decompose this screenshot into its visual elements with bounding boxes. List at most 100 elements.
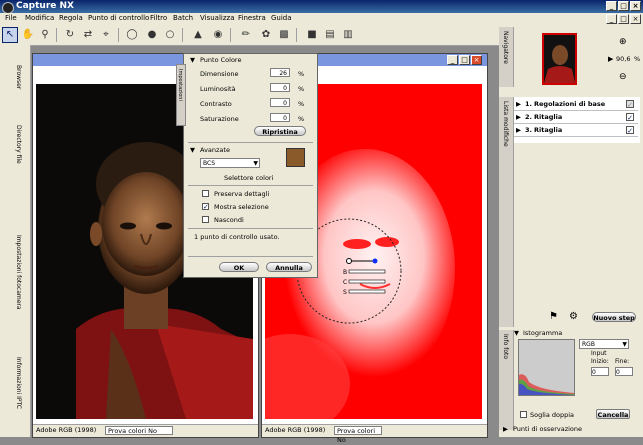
menu-regola[interactable]: Regola <box>59 14 83 22</box>
fill-tool-icon[interactable]: ■ <box>304 27 320 43</box>
show-selection-label: Mostra selezione <box>214 203 269 211</box>
ok-button[interactable]: OK <box>219 262 259 272</box>
color-control-point-icon[interactable]: ▲ <box>190 27 206 43</box>
start-input[interactable]: 0 <box>591 367 609 376</box>
minimize-button[interactable]: _ <box>606 1 617 11</box>
view-compare-icon[interactable]: ▥ <box>340 27 356 43</box>
menu-filtro[interactable]: Filtro <box>150 14 167 22</box>
point-label-s: S <box>343 289 347 296</box>
show-selection-checkbox[interactable]: ✓ <box>202 203 209 211</box>
color-profile-label: Adobe RGB (1998) <box>265 426 326 434</box>
channel-select[interactable]: RGB ▼ <box>579 339 629 349</box>
brush-tool-icon[interactable]: ✏ <box>238 27 254 43</box>
lasso-tool-icon[interactable]: ✿ <box>258 27 274 43</box>
maximize-button[interactable]: □ <box>618 1 629 11</box>
hand-tool-icon[interactable]: ✋ <box>20 27 36 43</box>
saturation-unit: % <box>298 115 305 123</box>
menu-bar: File Modifica Regola Punto di controllo … <box>0 13 643 25</box>
end-input[interactable]: 0 <box>615 367 633 376</box>
hide-checkbox[interactable] <box>202 216 209 223</box>
watch-points-arrow-icon[interactable]: ▶ <box>503 425 508 433</box>
red-eye-control-point-icon[interactable]: ◉ <box>210 27 226 43</box>
doc-close-button[interactable]: × <box>630 14 641 24</box>
navigator-thumbnail[interactable] <box>542 33 577 85</box>
close-button[interactable]: × <box>630 1 641 11</box>
menu-visualizza[interactable]: Visualizza <box>200 14 234 22</box>
doc-minimize-button[interactable]: _ <box>606 14 617 24</box>
new-step-button[interactable]: Nuovo step <box>592 312 636 322</box>
zoom-out-icon[interactable]: ⊖ <box>619 72 627 82</box>
menu-finestra[interactable]: Finestra <box>238 14 266 22</box>
image-maximize-button[interactable]: □ <box>459 55 470 65</box>
navigator-tab[interactable]: Navigatore <box>499 27 514 87</box>
menu-modifica[interactable]: Modifica <box>25 14 54 22</box>
histogram-arrow-icon[interactable]: ▼ <box>514 329 519 337</box>
zoom-in-icon[interactable]: ⊕ <box>619 37 627 47</box>
arrow-tool-icon[interactable]: ↖ <box>2 27 18 43</box>
title-bar: Capture NX _ □ × <box>0 0 643 14</box>
menu-file[interactable]: File <box>5 14 17 22</box>
crop-tool-icon[interactable]: ⌖ <box>98 27 114 43</box>
collapse-arrow-icon[interactable]: ▼ <box>190 56 195 64</box>
menu-batch[interactable]: Batch <box>173 14 193 22</box>
soft-proof-dropdown[interactable]: Prova colori No <box>105 426 173 435</box>
preserve-details-checkbox[interactable] <box>202 190 209 197</box>
point-label-b: B <box>343 269 347 276</box>
contrast-input[interactable]: 0 <box>270 98 290 107</box>
histogram-cancel-button[interactable]: Cancella <box>596 409 630 419</box>
step-3-checkbox[interactable]: ✓ <box>626 126 634 135</box>
reset-button[interactable]: Ripristina <box>254 126 306 136</box>
size-input[interactable]: 26 <box>270 68 290 77</box>
doc-maximize-button[interactable]: □ <box>618 14 629 24</box>
end-label: Fine: <box>615 358 630 365</box>
settings-side-tab[interactable]: Impostazioni <box>176 64 186 126</box>
advanced-arrow-icon[interactable]: ▼ <box>190 146 195 154</box>
double-threshold-checkbox[interactable] <box>520 411 527 418</box>
view-split-icon[interactable]: ▤ <box>322 27 338 43</box>
white-control-point-icon[interactable]: ○ <box>162 27 178 43</box>
image-minimize-button[interactable]: _ <box>447 55 458 65</box>
cancel-button[interactable]: Annulla <box>266 262 312 272</box>
rotate-tool-icon[interactable]: ↻ <box>62 27 78 43</box>
zoom-unit: % <box>634 55 641 63</box>
menu-guida[interactable]: Guida <box>271 14 292 22</box>
tab-directory[interactable]: Directory file <box>6 125 22 164</box>
expand-arrow-icon[interactable]: ▶ <box>516 126 521 134</box>
tab-browser[interactable]: Browser <box>6 65 22 89</box>
zoom-value[interactable]: 90,6 <box>616 55 630 63</box>
black-control-point-icon[interactable]: ● <box>144 27 160 43</box>
expand-arrow-icon[interactable]: ▶ <box>516 113 521 121</box>
color-swatch[interactable] <box>286 148 305 167</box>
zoom-tool-icon[interactable]: ⚲ <box>37 27 53 43</box>
edit-list-tab[interactable]: Lista modifiche <box>499 97 514 327</box>
left-tab-strip: Browser Directory file Impostazioni foto… <box>0 45 31 437</box>
image-close-button[interactable]: × <box>471 55 482 65</box>
edit-step-1[interactable]: ▶ 1. Regolazioni di base ✓ <box>514 98 638 111</box>
gear-icon[interactable]: ⚙ <box>569 311 578 322</box>
advanced-title: Avanzate <box>200 146 230 154</box>
histogram-title: Istogramma <box>523 329 563 337</box>
brightness-unit: % <box>298 85 305 93</box>
saturation-input[interactable]: 0 <box>270 113 290 122</box>
edit-step-2[interactable]: ▶ 2. Ritaglia ✓ <box>514 111 638 124</box>
tab-camera-settings[interactable]: Impostazioni fotocamera <box>6 235 22 310</box>
menu-punto-di-controllo[interactable]: Punto di controllo <box>88 14 149 22</box>
gradient-tool-icon[interactable]: ▩ <box>276 27 292 43</box>
soft-proof-dropdown[interactable]: Prova colori No <box>334 426 382 444</box>
control-point-icon[interactable]: ⚑ <box>549 311 558 322</box>
contrast-label: Contrasto <box>200 100 232 108</box>
straighten-tool-icon[interactable]: ⇄ <box>80 27 96 43</box>
start-label: Inizio: <box>591 358 609 365</box>
red-eye-tool-icon[interactable]: ◯ <box>124 27 140 43</box>
step-2-checkbox[interactable]: ✓ <box>626 113 634 122</box>
point-label-c: C <box>343 279 347 286</box>
tab-iptc[interactable]: Informazioni IPTC <box>6 357 22 409</box>
zoom-slider-icon[interactable]: ▶ <box>608 55 613 63</box>
expand-arrow-icon[interactable]: ▶ <box>516 100 521 108</box>
step-1-checkbox[interactable]: ✓ <box>626 100 634 109</box>
photo-info-tab[interactable]: Info foto <box>499 330 514 430</box>
edit-step-3[interactable]: ▶ 3. Ritaglia ✓ <box>514 124 638 137</box>
brightness-input[interactable]: 0 <box>270 83 290 92</box>
section-title: Punto Colore <box>200 56 242 64</box>
mode-select[interactable]: BCS ▼ <box>200 158 260 168</box>
